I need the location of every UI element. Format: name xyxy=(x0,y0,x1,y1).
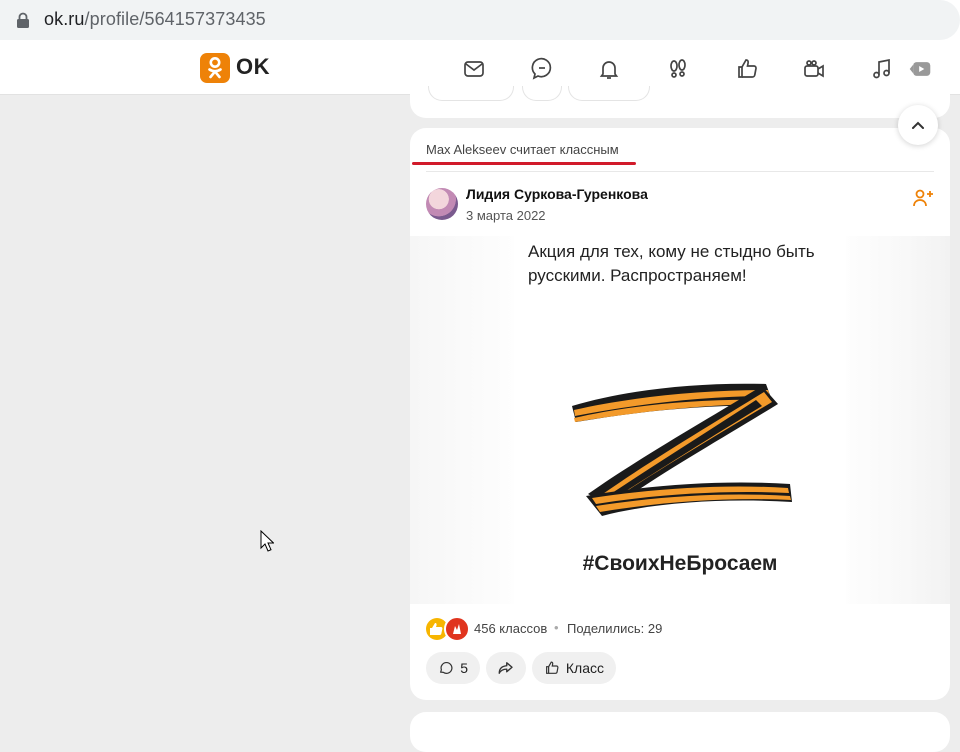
video-showcase-icon[interactable] xyxy=(908,57,936,81)
browser-address-bar: ok.ru/profile/564157373435 xyxy=(0,0,960,40)
music-icon[interactable] xyxy=(870,57,894,81)
ok-logo-icon[interactable] xyxy=(200,53,230,83)
klass-button[interactable]: Класс xyxy=(532,652,616,684)
divider xyxy=(426,171,934,172)
liked-by-label[interactable]: Max Alekseev считает классным xyxy=(426,142,619,157)
shared-count[interactable]: Поделились: 29 xyxy=(567,621,662,636)
author-name[interactable]: Лидия Суркова-Гуренкова xyxy=(466,186,648,202)
ribbon-z-graphic xyxy=(572,383,792,516)
discussions-icon[interactable] xyxy=(530,57,554,81)
post-date[interactable]: 3 марта 2022 xyxy=(466,208,546,223)
brand-name[interactable]: OK xyxy=(236,54,270,80)
previous-post-button[interactable] xyxy=(568,86,650,101)
post-image[interactable]: Акция для тех, кому не стыдно быть русск… xyxy=(410,236,950,604)
notifications-icon[interactable] xyxy=(597,57,621,81)
poster-caption: Акция для тех, кому не стыдно быть русск… xyxy=(528,242,815,285)
klass-count[interactable]: 456 классов xyxy=(474,621,547,636)
chevron-up-icon xyxy=(912,121,924,129)
mouse-cursor-icon xyxy=(260,530,274,552)
klass-button-label: Класс xyxy=(565,660,604,676)
lock-icon xyxy=(17,12,29,28)
url-host: ok.ru xyxy=(44,9,85,29)
previous-post-button[interactable] xyxy=(522,86,562,101)
url-text: ok.ru/profile/564157373435 xyxy=(44,9,266,30)
share-button[interactable] xyxy=(486,652,526,684)
add-friend-icon[interactable] xyxy=(912,188,934,208)
poster: Акция для тех, кому не стыдно быть русск… xyxy=(514,236,846,604)
previous-post-card xyxy=(410,86,950,118)
guests-icon[interactable] xyxy=(666,57,690,81)
mail-icon[interactable] xyxy=(462,57,486,81)
poster-hashtag: #СвоихНеБросаем xyxy=(582,552,778,575)
author-avatar[interactable] xyxy=(426,188,458,220)
share-arrow-icon xyxy=(498,662,513,674)
separator-dot: • xyxy=(554,620,559,635)
comments-count: 5 xyxy=(460,660,468,676)
next-post-card xyxy=(410,712,950,752)
red-underline-annotation xyxy=(412,162,636,165)
comments-button[interactable]: 5 xyxy=(426,652,480,684)
super-reaction-icon xyxy=(444,616,470,642)
feed-post-card: Max Alekseev считает классным Лидия Сурк… xyxy=(410,128,950,700)
url-path: /profile/564157373435 xyxy=(84,9,266,29)
previous-post-button[interactable] xyxy=(428,86,514,101)
video-icon[interactable] xyxy=(802,57,826,81)
likes-icon[interactable] xyxy=(735,57,759,81)
scroll-to-top-button[interactable] xyxy=(898,105,938,145)
comment-icon xyxy=(439,661,453,674)
thumbs-up-icon xyxy=(546,661,559,674)
url-field[interactable]: ok.ru/profile/564157373435 xyxy=(0,0,960,40)
